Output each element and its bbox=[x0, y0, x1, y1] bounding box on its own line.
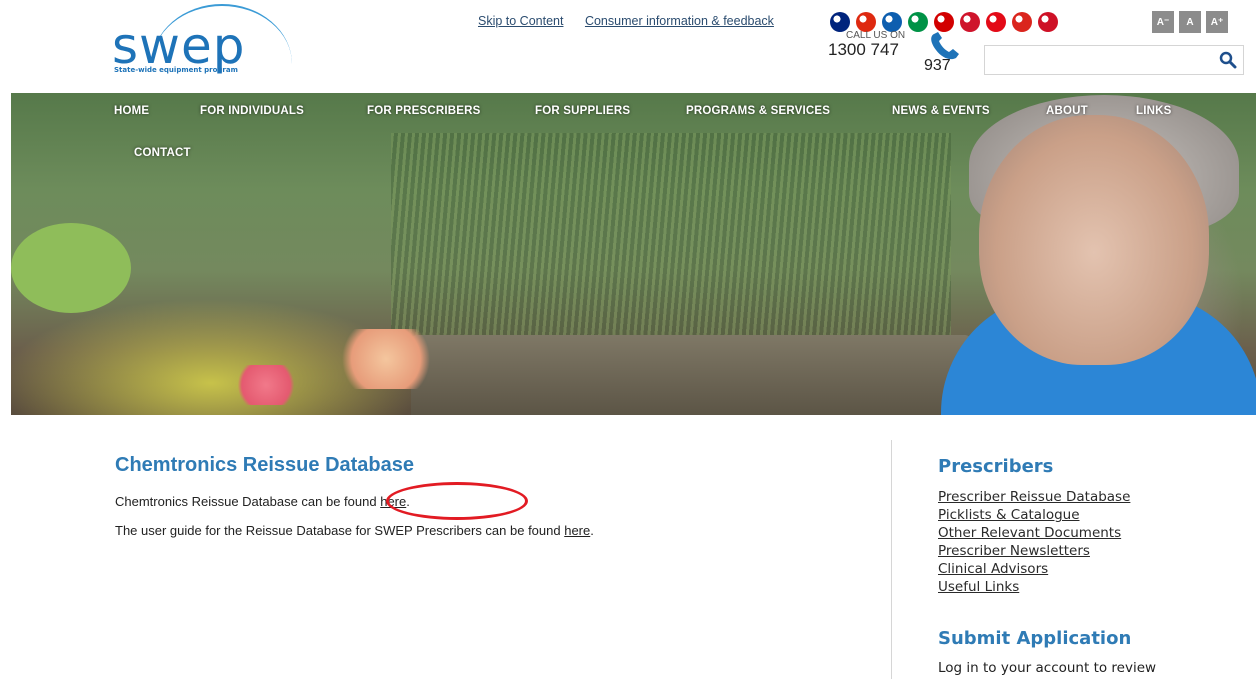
italy-flag-icon[interactable] bbox=[908, 12, 928, 32]
red-annotation-circle bbox=[386, 482, 528, 520]
database-paragraph: Chemtronics Reissue Database can be foun… bbox=[115, 494, 410, 509]
nav-for-suppliers[interactable]: FOR SUPPLIERS bbox=[535, 105, 630, 117]
page-title: Chemtronics Reissue Database bbox=[115, 454, 415, 476]
database-text: Chemtronics Reissue Database can be foun… bbox=[115, 494, 381, 509]
nav-programs-services[interactable]: PROGRAMS & SERVICES bbox=[686, 105, 830, 117]
greece-flag-icon[interactable] bbox=[882, 12, 902, 32]
nav-for-prescribers[interactable]: FOR PRESCRIBERS bbox=[367, 105, 481, 117]
phone-number-part1: 1300 747 bbox=[828, 40, 899, 59]
language-flags bbox=[830, 12, 1058, 32]
swep-logo[interactable]: swep State-wide equipment program bbox=[112, 4, 292, 84]
hero-flower-peach bbox=[331, 329, 441, 389]
submit-application-text: Log in to your account to review bbox=[938, 660, 1157, 676]
top-links: Skip to Content Consumer information & f… bbox=[478, 14, 792, 28]
sidebar-link-prescriber-newsletters[interactable]: Prescriber Newsletters bbox=[938, 542, 1130, 560]
submit-application-heading: Submit Application bbox=[938, 628, 1132, 649]
hero-garden-wall bbox=[411, 335, 971, 415]
nav-news-events[interactable]: NEWS & EVENTS bbox=[892, 105, 990, 117]
search-input[interactable] bbox=[985, 46, 1211, 74]
sidebar-link-other-relevant-documents[interactable]: Other Relevant Documents bbox=[938, 524, 1130, 542]
font-size-controls: A⁻ A A⁺ bbox=[1152, 11, 1228, 33]
sidebar-divider bbox=[891, 440, 892, 679]
phone-number-part2: 937 bbox=[924, 57, 951, 74]
search-box bbox=[984, 45, 1244, 75]
nav-home[interactable]: HOME bbox=[114, 105, 149, 117]
nav-about[interactable]: ABOUT bbox=[1046, 105, 1088, 117]
user-guide-period: . bbox=[590, 523, 594, 538]
search-icon[interactable] bbox=[1219, 51, 1237, 69]
hero-leaf bbox=[11, 223, 131, 313]
consumer-feedback-link[interactable]: Consumer information & feedback bbox=[585, 14, 774, 28]
prescribers-links: Prescriber Reissue Database Picklists & … bbox=[938, 488, 1130, 596]
user-guide-here-link[interactable]: here bbox=[564, 523, 590, 538]
nav-for-individuals[interactable]: FOR INDIVIDUALS bbox=[200, 105, 304, 117]
skip-to-content-link[interactable]: Skip to Content bbox=[478, 14, 563, 28]
font-smaller-button[interactable]: A⁻ bbox=[1152, 11, 1174, 33]
malta-flag-icon[interactable] bbox=[960, 12, 980, 32]
nav-row-2: CONTACT bbox=[114, 147, 1214, 171]
logo-tagline: State-wide equipment program bbox=[114, 66, 238, 74]
user-guide-paragraph: The user guide for the Reissue Database … bbox=[115, 523, 594, 538]
sidebar-link-prescriber-reissue-database[interactable]: Prescriber Reissue Database bbox=[938, 488, 1130, 506]
sidebar-link-picklists-catalogue[interactable]: Picklists & Catalogue bbox=[938, 506, 1130, 524]
sidebar-link-useful-links[interactable]: Useful Links bbox=[938, 578, 1130, 596]
call-us: CALL US ON 1300 747 937 bbox=[828, 30, 968, 80]
prescribers-heading: Prescribers bbox=[938, 456, 1054, 477]
turkey-flag-icon[interactable] bbox=[986, 12, 1006, 32]
nav-row-1: HOME FOR INDIVIDUALS FOR PRESCRIBERS FOR… bbox=[114, 105, 1214, 129]
user-guide-text: The user guide for the Reissue Database … bbox=[115, 523, 565, 538]
macedonia-flag-icon[interactable] bbox=[934, 12, 954, 32]
main-nav: HOME FOR INDIVIDUALS FOR PRESCRIBERS FOR… bbox=[114, 105, 1214, 171]
egypt-flag-icon[interactable] bbox=[1038, 12, 1058, 32]
nav-contact[interactable]: CONTACT bbox=[134, 147, 191, 159]
nav-links[interactable]: LINKS bbox=[1136, 105, 1172, 117]
page: swep State-wide equipment program Skip t… bbox=[0, 0, 1256, 679]
vietnam-flag-icon[interactable] bbox=[1012, 12, 1032, 32]
font-normal-button[interactable]: A bbox=[1179, 11, 1201, 33]
australia-flag-icon[interactable] bbox=[830, 12, 850, 32]
hero-flower-pink bbox=[231, 365, 301, 405]
china-flag-icon[interactable] bbox=[856, 12, 876, 32]
sidebar-link-clinical-advisors[interactable]: Clinical Advisors bbox=[938, 560, 1130, 578]
font-larger-button[interactable]: A⁺ bbox=[1206, 11, 1228, 33]
